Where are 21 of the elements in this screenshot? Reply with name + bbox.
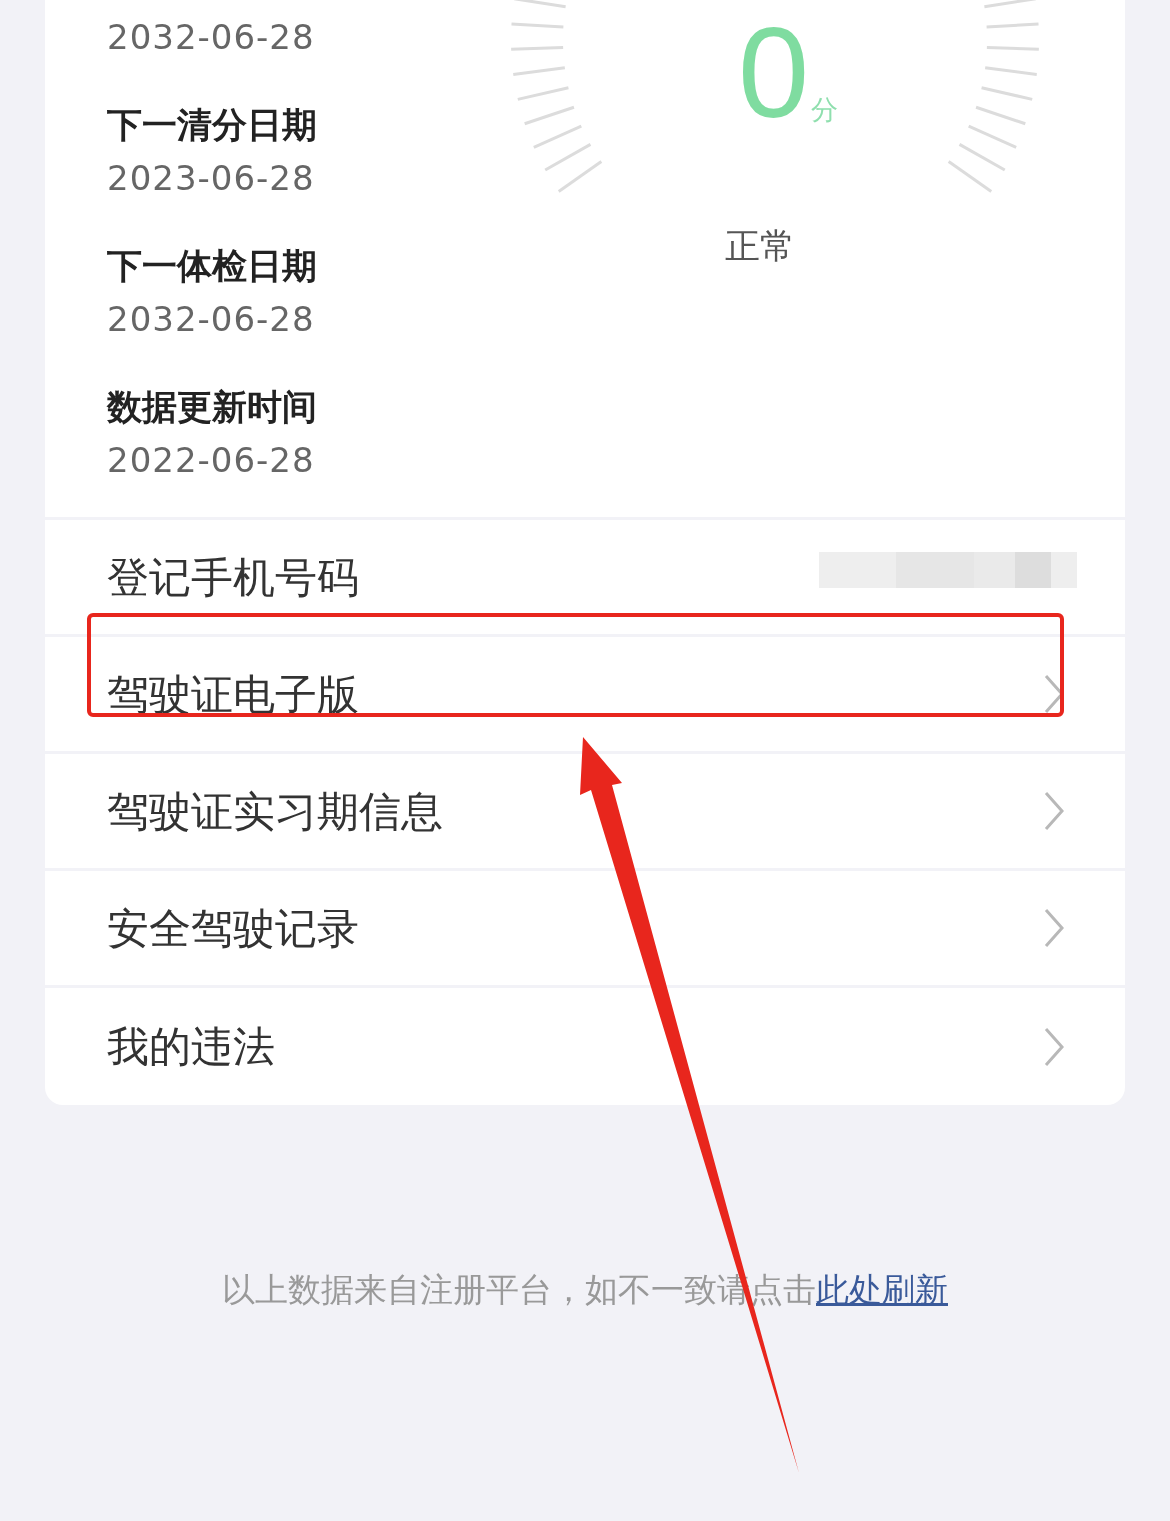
info-date: 2032-06-28 (107, 298, 316, 341)
menu-label: 安全驾驶记录 (107, 902, 359, 955)
score-value: 0 (738, 8, 810, 138)
info-label: 下一体检日期 (107, 245, 318, 288)
menu-label: 登记手机号码 (107, 551, 359, 604)
score-unit: 分 (811, 93, 838, 127)
refresh-link[interactable]: 此处刷新 (816, 1270, 948, 1309)
menu-label: 驾驶证电子版 (107, 668, 359, 721)
info-label: 数据更新时间 (107, 386, 318, 429)
chevron-icon (1043, 790, 1065, 832)
info-label: 下一清分日期 (107, 104, 318, 147)
info-date: 2032-06-28 (107, 16, 316, 59)
chevron-icon (1043, 1025, 1065, 1068)
menu-row[interactable]: 我的违法 (45, 988, 1125, 1105)
info-date: 2022-06-28 (107, 439, 316, 482)
menu-label: 驾驶证实习期信息 (107, 785, 443, 838)
menu-label: 我的违法 (107, 1021, 275, 1073)
info-date: 2023-06-28 (107, 157, 316, 200)
chevron-icon (1043, 907, 1065, 949)
menu-row[interactable]: 驾驶证电子版 (45, 637, 1125, 754)
score-status: 正常 (725, 225, 795, 268)
